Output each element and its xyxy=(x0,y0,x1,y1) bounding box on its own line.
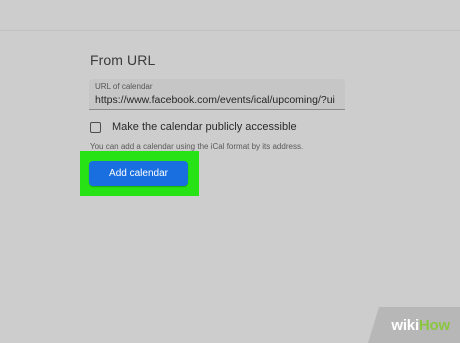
helper-text: You can add a calendar using the iCal fo… xyxy=(90,142,304,151)
wikihow-logo-how: How xyxy=(418,317,450,334)
public-access-label[interactable]: Make the calendar publicly accessible xyxy=(112,121,297,133)
calendar-url-input[interactable]: URL of calendar https://www.facebook.com… xyxy=(89,79,345,110)
calendar-url-label: URL of calendar xyxy=(95,82,153,91)
wikihow-logo-wiki: wiki xyxy=(391,317,419,334)
public-access-checkbox[interactable] xyxy=(90,122,101,133)
top-divider xyxy=(0,30,460,31)
section-title: From URL xyxy=(90,52,156,68)
calendar-url-value[interactable]: https://www.facebook.com/events/ical/upc… xyxy=(95,94,335,106)
wikihow-logo: wikiHow xyxy=(391,317,450,334)
add-calendar-button[interactable]: Add calendar xyxy=(89,161,188,186)
